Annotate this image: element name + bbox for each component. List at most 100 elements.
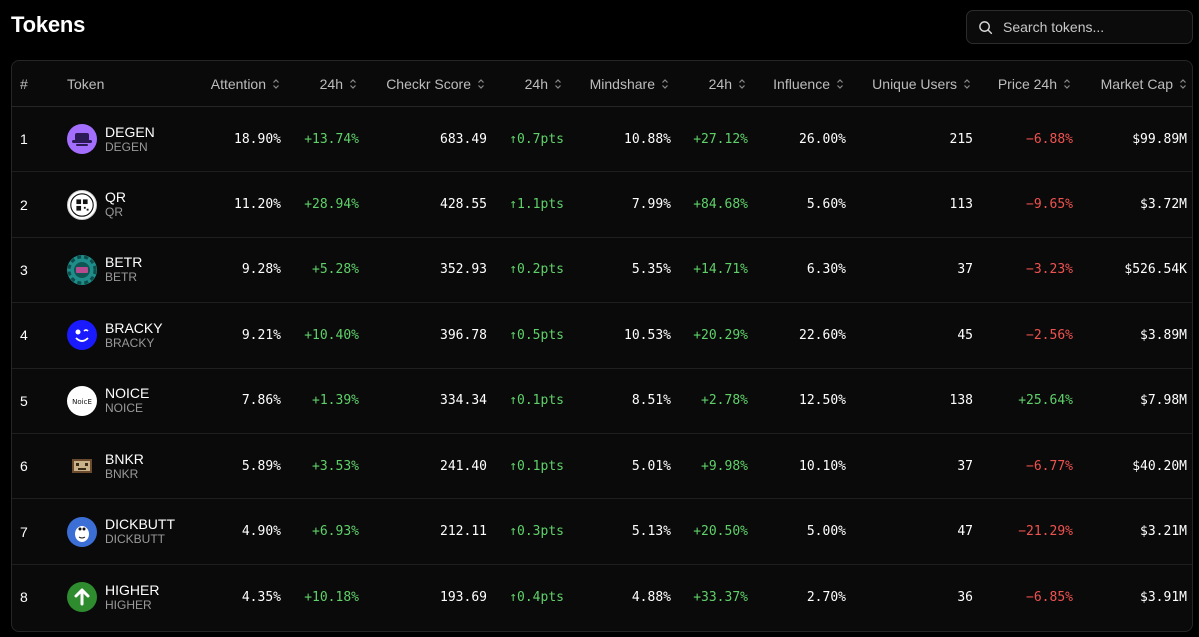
checkr-24h-cell: ↑0.1pts bbox=[492, 434, 564, 498]
unique-users-value: 37 bbox=[957, 262, 973, 278]
market-cap-value: $3.91M bbox=[1140, 589, 1187, 605]
price-24h-cell: −21.29% bbox=[982, 499, 1073, 563]
sort-icon bbox=[963, 78, 971, 90]
col-attention-24h[interactable]: 24h bbox=[282, 61, 357, 107]
price-24h-cell: −6.88% bbox=[982, 107, 1073, 171]
table-row[interactable]: 2 QR QR 11.20% +28.94% 428.55 ↑1.1pts 7.99% +84.… bbox=[12, 172, 1192, 238]
influence-cell: 5.00% bbox=[757, 499, 846, 563]
mindshare-24h-value: +84.68% bbox=[693, 197, 748, 213]
rank-cell: 5 bbox=[20, 369, 28, 433]
table-row[interactable]: 3 BETR BETR 9.28% +5.28% 352.93 ↑0.2pts 5.35% +1… bbox=[12, 238, 1192, 304]
influence-cell: 22.60% bbox=[757, 303, 846, 367]
rank-cell: 1 bbox=[20, 107, 28, 171]
token-name: DICKBUTT bbox=[105, 516, 175, 533]
token-cell[interactable]: BNKR BNKR bbox=[67, 434, 144, 498]
token-symbol: DICKBUTT bbox=[105, 532, 165, 547]
token-cell[interactable]: BRACKY BRACKY bbox=[67, 303, 163, 367]
col-rank-label: # bbox=[20, 76, 28, 92]
col-mindshare-24h[interactable]: 24h bbox=[677, 61, 746, 107]
col-checkr-24h[interactable]: 24h bbox=[492, 61, 562, 107]
col-checkr-score[interactable]: Checkr Score bbox=[367, 61, 485, 107]
table-row[interactable]: 5 NoicE NOICE NOICE 7.86% +1.39% 334.34 ↑0.1pts… bbox=[12, 369, 1192, 434]
token-cell[interactable]: NoicE NOICE NOICE bbox=[67, 369, 149, 433]
rank-cell: 4 bbox=[20, 303, 28, 367]
attention-24h-cell: +3.53% bbox=[282, 434, 359, 498]
col-token-label: Token bbox=[67, 76, 105, 92]
noice-logo-icon: NoicE bbox=[67, 385, 97, 416]
mindshare-24h-cell: +14.71% bbox=[677, 238, 748, 302]
table-row[interactable]: 7 DICKBUTT DICKBUTT 4.90% +6.93% 212.11 ↑0.3pt… bbox=[12, 499, 1192, 565]
attention-value: 4.90% bbox=[241, 524, 281, 540]
rank-value: 2 bbox=[20, 196, 28, 213]
token-cell[interactable]: BETR BETR bbox=[67, 238, 142, 302]
dickbutt-icon bbox=[67, 516, 97, 547]
col-token: Token bbox=[67, 61, 104, 107]
market-cap-value: $3.21M bbox=[1140, 524, 1187, 540]
col-attention[interactable]: Attention bbox=[172, 61, 280, 107]
price-24h-value: −3.23% bbox=[1026, 262, 1073, 278]
influence-value: 2.70% bbox=[806, 589, 846, 605]
table-row[interactable]: 6 BNKR BNKR 5.89% +3.53% 241.40 ↑0.1pts 5.01% +9… bbox=[12, 434, 1192, 500]
market-cap-cell: $3.21M bbox=[1082, 499, 1187, 563]
market-cap-value: $7.98M bbox=[1140, 393, 1187, 409]
checkr-24h-cell: ↑1.1pts bbox=[492, 172, 564, 236]
mindshare-24h-cell: +27.12% bbox=[677, 107, 748, 171]
influence-value: 5.00% bbox=[806, 524, 846, 540]
attention-24h-value: +10.18% bbox=[304, 589, 359, 605]
mindshare-24h-value: +2.78% bbox=[701, 393, 748, 409]
token-cell[interactable]: QR QR bbox=[67, 172, 126, 236]
col-price-24h-label: Price 24h bbox=[997, 76, 1057, 92]
sort-icon bbox=[836, 78, 844, 90]
mindshare-value: 7.99% bbox=[631, 197, 671, 213]
checkr-24h-value: ↑0.3pts bbox=[509, 524, 564, 540]
market-cap-cell: $3.91M bbox=[1082, 565, 1187, 630]
mindshare-value: 10.53% bbox=[624, 327, 671, 343]
table-row[interactable]: 8 HIGHER HIGHER 4.35% +10.18% 193.69 ↑0.4pts 4.… bbox=[12, 565, 1192, 630]
token-symbol: DEGEN bbox=[105, 139, 148, 154]
checkr-24h-cell: ↑0.7pts bbox=[492, 107, 564, 171]
market-cap-value: $99.89M bbox=[1132, 131, 1187, 147]
col-mindshare[interactable]: Mindshare bbox=[572, 61, 669, 107]
market-cap-cell: $526.54K bbox=[1082, 238, 1187, 302]
attention-cell: 9.28% bbox=[172, 238, 281, 302]
market-cap-cell: $99.89M bbox=[1082, 107, 1187, 171]
search-input[interactable] bbox=[1003, 19, 1183, 35]
attention-cell: 4.90% bbox=[172, 499, 281, 563]
col-influence[interactable]: Influence bbox=[757, 61, 844, 107]
market-cap-cell: $3.72M bbox=[1082, 172, 1187, 236]
unique-users-value: 113 bbox=[949, 197, 973, 213]
attention-value: 18.90% bbox=[234, 131, 281, 147]
checkr-24h-value: ↑1.1pts bbox=[509, 197, 564, 213]
col-market-cap[interactable]: Market Cap bbox=[1082, 61, 1187, 107]
checkr-score-value: 212.11 bbox=[440, 524, 487, 540]
token-cell[interactable]: DICKBUTT DICKBUTT bbox=[67, 499, 175, 563]
checkr-24h-value: ↑0.2pts bbox=[509, 262, 564, 278]
token-symbol: NOICE bbox=[105, 401, 144, 416]
col-unique-users[interactable]: Unique Users bbox=[857, 61, 971, 107]
unique-users-cell: 37 bbox=[857, 434, 973, 498]
market-cap-value: $526.54K bbox=[1124, 262, 1187, 278]
attention-24h-cell: +10.40% bbox=[282, 303, 359, 367]
attention-24h-value: +5.28% bbox=[312, 262, 359, 278]
col-mindshare-label: Mindshare bbox=[589, 76, 655, 92]
table-row[interactable]: 1 DEGEN DEGEN 18.90% +13.74% 683.49 ↑0.7pts 10.… bbox=[12, 107, 1192, 173]
unique-users-cell: 138 bbox=[857, 369, 973, 433]
table-row[interactable]: 4 BRACKY BRACKY 9.21% +10.40% 396.78 ↑0.5pts 10… bbox=[12, 303, 1192, 369]
col-influence-label: Influence bbox=[773, 76, 830, 92]
search-box[interactable] bbox=[966, 10, 1193, 44]
unique-users-cell: 113 bbox=[857, 172, 973, 236]
tokens-table: # Token Attention 24h Checkr Score 24h M… bbox=[11, 60, 1193, 632]
token-symbol: BNKR bbox=[105, 466, 139, 481]
search-icon bbox=[979, 20, 993, 34]
mindshare-cell: 5.35% bbox=[572, 238, 671, 302]
mindshare-cell: 5.13% bbox=[572, 499, 671, 563]
mindshare-cell: 7.99% bbox=[572, 172, 671, 236]
attention-value: 11.20% bbox=[234, 197, 281, 213]
col-price-24h[interactable]: Price 24h bbox=[982, 61, 1071, 107]
token-cell[interactable]: HIGHER HIGHER bbox=[67, 565, 159, 630]
attention-24h-value: +6.93% bbox=[312, 524, 359, 540]
col-attention-label: Attention bbox=[210, 76, 266, 92]
unique-users-value: 37 bbox=[957, 458, 973, 474]
checkr-score-cell: 193.69 bbox=[367, 565, 487, 630]
token-cell[interactable]: DEGEN DEGEN bbox=[67, 107, 155, 171]
